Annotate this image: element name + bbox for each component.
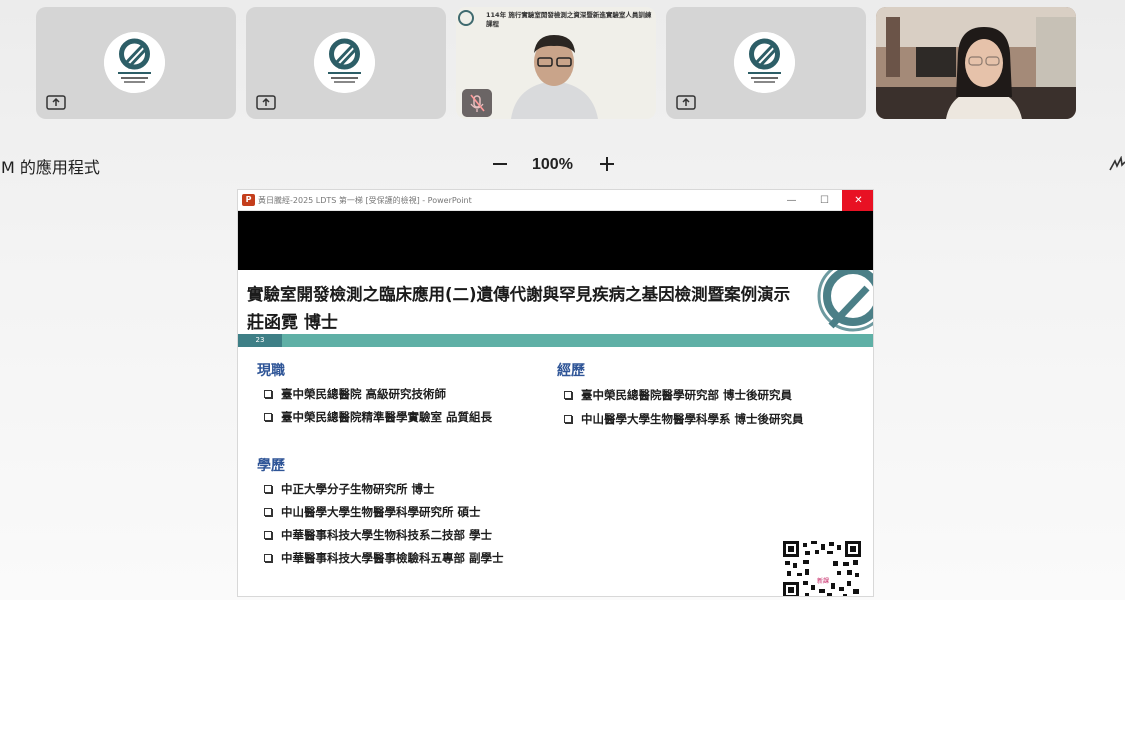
list-experience: 臺中榮民總醫院醫學研究部 博士後研究員 中山醫學大學生物醫學科學系 博士後研究員 xyxy=(564,388,804,435)
list-item: 臺中榮民總醫院精準醫學實驗室 品質組長 xyxy=(264,410,492,433)
app-label: M 的應用程式 xyxy=(1,158,100,177)
list-item: 中山醫學大學生物醫學科學研究所 碩士 xyxy=(264,505,504,528)
list-item: 中華醫事科技大學生物科技系二技部 學士 xyxy=(264,528,504,551)
zoom-level: 100% xyxy=(532,156,573,173)
screen-share-icon[interactable] xyxy=(46,95,66,110)
organization-logo-icon xyxy=(734,32,795,93)
slide-accent-bar xyxy=(238,334,873,347)
list-item: 臺中榮民總醫院 高級研究技術師 xyxy=(264,387,492,410)
list-item: 中山醫學大學生物醫學科學系 博士後研究員 xyxy=(564,412,804,435)
maximize-button[interactable]: ☐ xyxy=(808,190,841,211)
close-button[interactable]: ✕ xyxy=(842,190,873,211)
participant-video-speaker[interactable] xyxy=(876,7,1076,119)
powerpoint-titlebar: P 黃日騰經-2025 LDTS 第一梯 [受保護的檢視] - PowerPoi… xyxy=(238,190,873,211)
minimize-button[interactable]: — xyxy=(775,190,808,211)
participant-video-presenter[interactable]: 114年 施行實驗室開發檢測之資深暨新進實驗室人員訓練課程 xyxy=(456,7,656,119)
slide-top-band xyxy=(238,211,873,270)
list-item: 中正大學分子生物研究所 博士 xyxy=(264,482,504,505)
participant-tile-4[interactable] xyxy=(666,7,866,119)
list-education: 中正大學分子生物研究所 博士 中山醫學大學生物醫學科學研究所 碩士 中華醫事科技… xyxy=(264,482,504,574)
list-current-position: 臺中榮民總醫院 高級研究技術師 臺中榮民總醫院精準醫學實驗室 品質組長 xyxy=(264,387,492,433)
slide-subtitle: 莊函霓 博士 xyxy=(247,313,338,333)
heading-current-position: 現職 xyxy=(257,363,285,379)
list-item: 中華醫事科技大學醫事檢驗科五專部 副學士 xyxy=(264,551,504,574)
microphone-muted-icon[interactable] xyxy=(462,89,492,117)
speaker-video-icon xyxy=(876,7,1076,119)
qr-label: 新課 xyxy=(816,576,831,585)
participant-tile-2[interactable] xyxy=(246,7,446,119)
window-title: 黃日騰經-2025 LDTS 第一梯 [受保護的檢視] - PowerPoint xyxy=(258,196,472,205)
zoom-out-icon[interactable] xyxy=(490,153,510,175)
screen-share-icon[interactable] xyxy=(256,95,276,110)
video-overlay-title: 114年 施行實驗室開發檢測之資深暨新進實驗室人員訓練課程 xyxy=(486,11,652,28)
heading-education: 學歷 xyxy=(257,458,285,474)
slide-number: 23 xyxy=(238,334,282,347)
slide-logo-icon xyxy=(817,270,873,332)
qr-code-icon xyxy=(783,541,861,596)
screen-share-icon[interactable] xyxy=(676,95,696,110)
organization-logo-icon xyxy=(104,32,165,93)
organization-logo-icon xyxy=(314,32,375,93)
annotate-pen-icon[interactable] xyxy=(1109,156,1125,172)
participant-tile-1[interactable] xyxy=(36,7,236,119)
powerpoint-icon: P xyxy=(242,194,255,206)
list-item: 臺中榮民總醫院醫學研究部 博士後研究員 xyxy=(564,388,804,412)
zoom-in-icon[interactable] xyxy=(597,153,617,175)
slide-title: 實驗室開發檢測之臨床應用(二)遺傳代謝與罕見疾病之基因檢測暨案例演示 xyxy=(247,285,791,304)
shared-screen: P 黃日騰經-2025 LDTS 第一梯 [受保護的檢視] - PowerPoi… xyxy=(237,189,874,597)
heading-experience: 經歷 xyxy=(557,363,585,379)
